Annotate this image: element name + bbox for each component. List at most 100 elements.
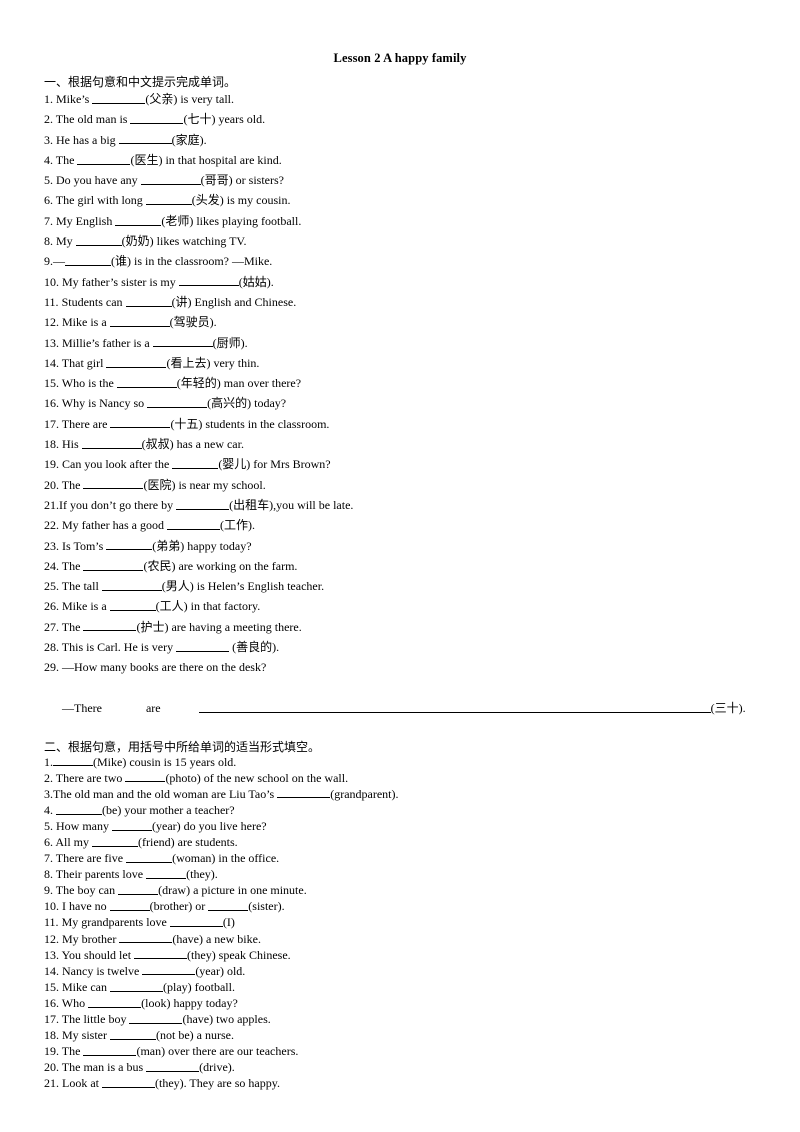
answer-blank[interactable] xyxy=(110,1028,156,1040)
question-number: 28. xyxy=(44,640,62,655)
answer-blank[interactable] xyxy=(176,498,230,510)
question-number: 1. xyxy=(44,754,53,769)
answer-blank[interactable] xyxy=(277,786,331,799)
answer-blank[interactable] xyxy=(109,899,150,912)
question-item: 12. My brother (have) a new bike. xyxy=(0,931,800,947)
question-number: 27. xyxy=(44,619,62,634)
question-number: 11. xyxy=(44,915,62,930)
answer-blank[interactable] xyxy=(145,193,192,206)
question-item: 2. The old man is (七十) years old. xyxy=(0,109,800,129)
answer-blank[interactable] xyxy=(109,315,170,327)
answer-blank[interactable] xyxy=(110,416,171,429)
section-two-heading: 二、根据句意，用括号中所给单词的适当形式填空。 xyxy=(44,739,321,754)
answer-blank[interactable] xyxy=(130,112,184,125)
answer-blank[interactable] xyxy=(146,1060,200,1072)
answer-blank[interactable] xyxy=(106,356,167,368)
answer-blank[interactable] xyxy=(53,754,93,767)
question-text-before-blank: This is Carl. He is very xyxy=(61,640,177,655)
answer-blank[interactable] xyxy=(101,579,162,591)
answer-blank[interactable] xyxy=(172,457,219,470)
answer-blank[interactable] xyxy=(126,851,173,863)
question-item: 14. Nancy is twelve (year) old. xyxy=(0,963,800,979)
question-text-after-blank: (friend) are students. xyxy=(138,834,238,849)
answer-blank[interactable] xyxy=(116,376,177,388)
answer-blank[interactable] xyxy=(75,234,122,246)
answer-blank[interactable] xyxy=(112,819,152,831)
question-item: 14. That girl (看上去) very thin. xyxy=(0,353,800,373)
answer-blank[interactable] xyxy=(118,883,159,895)
question-number: 18. xyxy=(44,437,62,452)
answer-blank-long[interactable] xyxy=(198,701,711,713)
answer-blank[interactable] xyxy=(125,770,166,783)
answer-blank[interactable] xyxy=(92,835,139,847)
question-item: 5. Do you have any (哥哥) or sisters? xyxy=(0,170,800,190)
answer-blank[interactable] xyxy=(77,153,131,165)
answer-blank[interactable] xyxy=(152,335,213,348)
answer-line-verb: are xyxy=(145,700,161,715)
question-item: 25. The tall (男人) is Helen’s English tea… xyxy=(0,576,800,596)
answer-blank[interactable] xyxy=(125,295,172,307)
answer-blank[interactable] xyxy=(142,963,196,976)
question-text-after-blank: (they). xyxy=(186,867,218,882)
question-number: 9. xyxy=(44,883,56,898)
answer-blank[interactable] xyxy=(118,132,172,145)
question-item: 8. My (奶奶) likes watching TV. xyxy=(0,231,800,251)
question-text-after-blank: (医生) in that hospital are kind. xyxy=(130,152,282,167)
question-item: 27. The (护士) are having a meeting there. xyxy=(0,617,800,637)
question-number: 17. xyxy=(44,1012,62,1026)
answer-blank[interactable] xyxy=(119,931,173,944)
answer-blank[interactable] xyxy=(56,802,102,815)
answer-blank-secondary[interactable] xyxy=(208,899,249,912)
question-text-after-blank: (draw) a picture in one minute. xyxy=(158,883,307,898)
question-text-after-blank: (驾驶员). xyxy=(169,315,217,330)
question-text-before-blank: How many xyxy=(56,818,112,833)
answer-blank[interactable] xyxy=(178,274,239,287)
section-one: 一、根据句意和中文提示完成单词。 1. Mike’s (父亲) is very … xyxy=(0,65,800,739)
answer-blank[interactable] xyxy=(83,619,137,632)
question-text-after-blank: (look) happy today? xyxy=(141,995,238,1010)
question-number: 19. xyxy=(44,1044,62,1059)
answer-blank[interactable] xyxy=(65,254,111,267)
section-two: 二、根据句意，用括号中所给单词的适当形式填空。 1. (Mike) cousin … xyxy=(0,739,800,1092)
answer-blank[interactable] xyxy=(140,173,201,185)
question-number: 15. xyxy=(44,376,62,391)
answer-blank[interactable] xyxy=(81,437,142,449)
question-number: 19. xyxy=(44,457,62,472)
answer-blank[interactable] xyxy=(109,599,156,612)
answer-blank[interactable] xyxy=(134,947,188,960)
question-text-after-blank: (I) xyxy=(222,915,235,930)
question-item: 17. There are (十五) students in the class… xyxy=(0,414,800,434)
answer-blank[interactable] xyxy=(176,640,230,652)
question-item: 16. Who (look) happy today? xyxy=(0,995,800,1011)
question-number: 15. xyxy=(44,979,62,994)
answer-blank[interactable] xyxy=(115,213,162,226)
answer-blank[interactable] xyxy=(83,477,144,490)
answer-blank[interactable] xyxy=(169,915,223,928)
answer-blank[interactable] xyxy=(102,1076,155,1089)
question-text-after-blank: (叔叔) has a new car. xyxy=(141,437,244,452)
question-item: 4. (be) your mother a teacher? xyxy=(0,802,800,818)
answer-blank[interactable] xyxy=(88,996,142,1008)
question-item: 9. The boy can (draw) a picture in one m… xyxy=(0,882,800,898)
answer-blank[interactable] xyxy=(83,559,144,571)
answer-blank[interactable] xyxy=(129,1012,183,1024)
question-text-before-blank: His xyxy=(62,437,82,452)
question-item: 26. Mike is a (工人) in that factory. xyxy=(0,596,800,616)
question-text-before-blank: That girl xyxy=(61,355,107,370)
answer-blank[interactable] xyxy=(92,92,146,104)
question-item: 13. Millie’s father is a (厨师). xyxy=(0,333,800,353)
answer-blank[interactable] xyxy=(106,538,153,551)
answer-blank[interactable] xyxy=(146,867,187,879)
question-item: 11. Students can (讲) English and Chinese… xyxy=(0,292,800,312)
answer-blank[interactable] xyxy=(109,980,163,992)
answer-blank[interactable] xyxy=(166,518,220,530)
question-number: 25. xyxy=(44,579,62,594)
question-number: 16. xyxy=(44,396,62,411)
question-item: 20. The man is a bus (drive). xyxy=(0,1059,800,1075)
answer-blank[interactable] xyxy=(83,1044,137,1056)
question-text-after-blank: (姑姑). xyxy=(238,274,274,289)
answer-blank[interactable] xyxy=(147,396,208,409)
question-text-before-blank: There are xyxy=(61,416,111,431)
question-number: 17. xyxy=(44,416,62,431)
question-text-before-blank: Their parents love xyxy=(55,867,147,882)
